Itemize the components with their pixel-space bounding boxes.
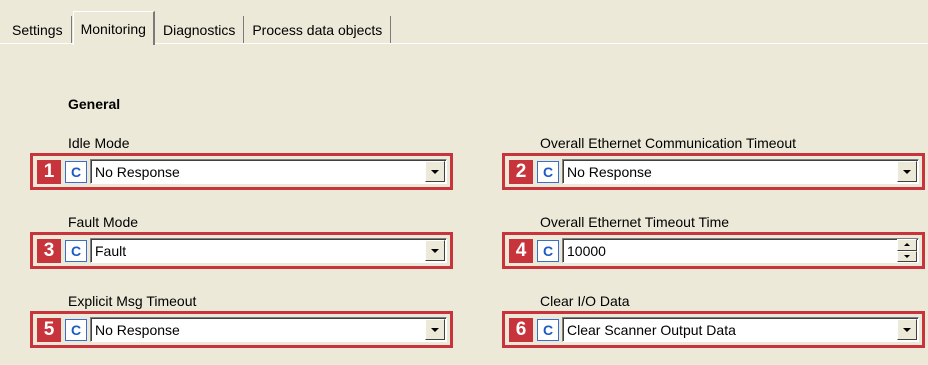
idle-mode-label: Idle Mode: [68, 135, 448, 154]
badge-3: 3: [37, 238, 61, 263]
tab-strip: Settings Monitoring Diagnostics Process …: [10, 8, 392, 45]
badge-4: 4: [509, 238, 533, 263]
badge-5: 5: [37, 317, 61, 342]
overall-timeout-time-spinner[interactable]: 10000: [562, 238, 919, 263]
fault-mode-value: Fault: [95, 242, 127, 259]
chevron-down-icon: [903, 327, 911, 332]
tab-diagnostics[interactable]: Diagnostics: [155, 16, 245, 44]
idle-mode-dropdown[interactable]: No Response: [90, 159, 447, 184]
badge-6: 6: [509, 317, 533, 342]
badge-2: 2: [509, 159, 533, 184]
arrow-up-icon: [904, 243, 910, 247]
explicit-msg-timeout-frame: 5 C No Response: [30, 311, 453, 348]
chevron-down-icon: [903, 169, 911, 174]
idle-mode-dropdown-button[interactable]: [425, 161, 445, 182]
idle-mode-frame: 1 C No Response: [30, 153, 453, 190]
chevron-down-icon: [431, 327, 439, 332]
idle-mode-value: No Response: [95, 163, 180, 180]
tab-process-data-objects[interactable]: Process data objects: [244, 16, 392, 44]
monitoring-panel: Settings Monitoring Diagnostics Process …: [0, 0, 928, 365]
section-title-general: General: [68, 96, 121, 112]
overall-comm-timeout-value: No Response: [567, 163, 652, 180]
overall-comm-timeout-frame: 2 C No Response: [502, 153, 925, 190]
explicit-msg-timeout-c-button[interactable]: C: [65, 318, 87, 341]
explicit-msg-timeout-dropdown-button[interactable]: [425, 319, 445, 340]
clear-io-data-c-button[interactable]: C: [537, 318, 559, 341]
clear-io-data-dropdown-button[interactable]: [897, 319, 917, 340]
chevron-down-icon: [431, 248, 439, 253]
clear-io-data-dropdown[interactable]: Clear Scanner Output Data: [562, 317, 919, 342]
fault-mode-dropdown[interactable]: Fault: [90, 238, 447, 263]
clear-io-data-label: Clear I/O Data: [540, 293, 920, 312]
badge-1: 1: [37, 159, 61, 184]
tab-settings[interactable]: Settings: [10, 16, 72, 44]
arrow-down-icon: [904, 254, 910, 258]
explicit-msg-timeout-label: Explicit Msg Timeout: [68, 293, 448, 312]
fault-mode-frame: 3 C Fault: [30, 232, 453, 269]
explicit-msg-timeout-value: No Response: [95, 321, 180, 338]
overall-comm-timeout-label: Overall Ethernet Communication Timeout: [540, 135, 920, 154]
clear-io-data-value: Clear Scanner Output Data: [567, 321, 736, 338]
chevron-down-icon: [431, 169, 439, 174]
fault-mode-c-button[interactable]: C: [65, 239, 87, 262]
overall-comm-timeout-c-button[interactable]: C: [537, 160, 559, 183]
spinner-down-button[interactable]: [897, 250, 917, 262]
idle-mode-c-button[interactable]: C: [65, 160, 87, 183]
overall-comm-timeout-dropdown[interactable]: No Response: [562, 159, 919, 184]
tab-monitoring[interactable]: Monitoring: [72, 11, 155, 45]
fault-mode-label: Fault Mode: [68, 214, 448, 233]
clear-io-data-frame: 6 C Clear Scanner Output Data: [502, 311, 925, 348]
spinner-up-button[interactable]: [897, 239, 917, 251]
overall-timeout-time-c-button[interactable]: C: [537, 239, 559, 262]
overall-timeout-time-label: Overall Ethernet Timeout Time: [540, 214, 920, 233]
explicit-msg-timeout-dropdown[interactable]: No Response: [90, 317, 447, 342]
overall-timeout-time-value[interactable]: 10000: [563, 243, 897, 259]
overall-timeout-time-frame: 4 C 10000: [502, 232, 925, 269]
overall-comm-timeout-dropdown-button[interactable]: [897, 161, 917, 182]
spinner-buttons: [897, 239, 917, 262]
fault-mode-dropdown-button[interactable]: [425, 240, 445, 261]
